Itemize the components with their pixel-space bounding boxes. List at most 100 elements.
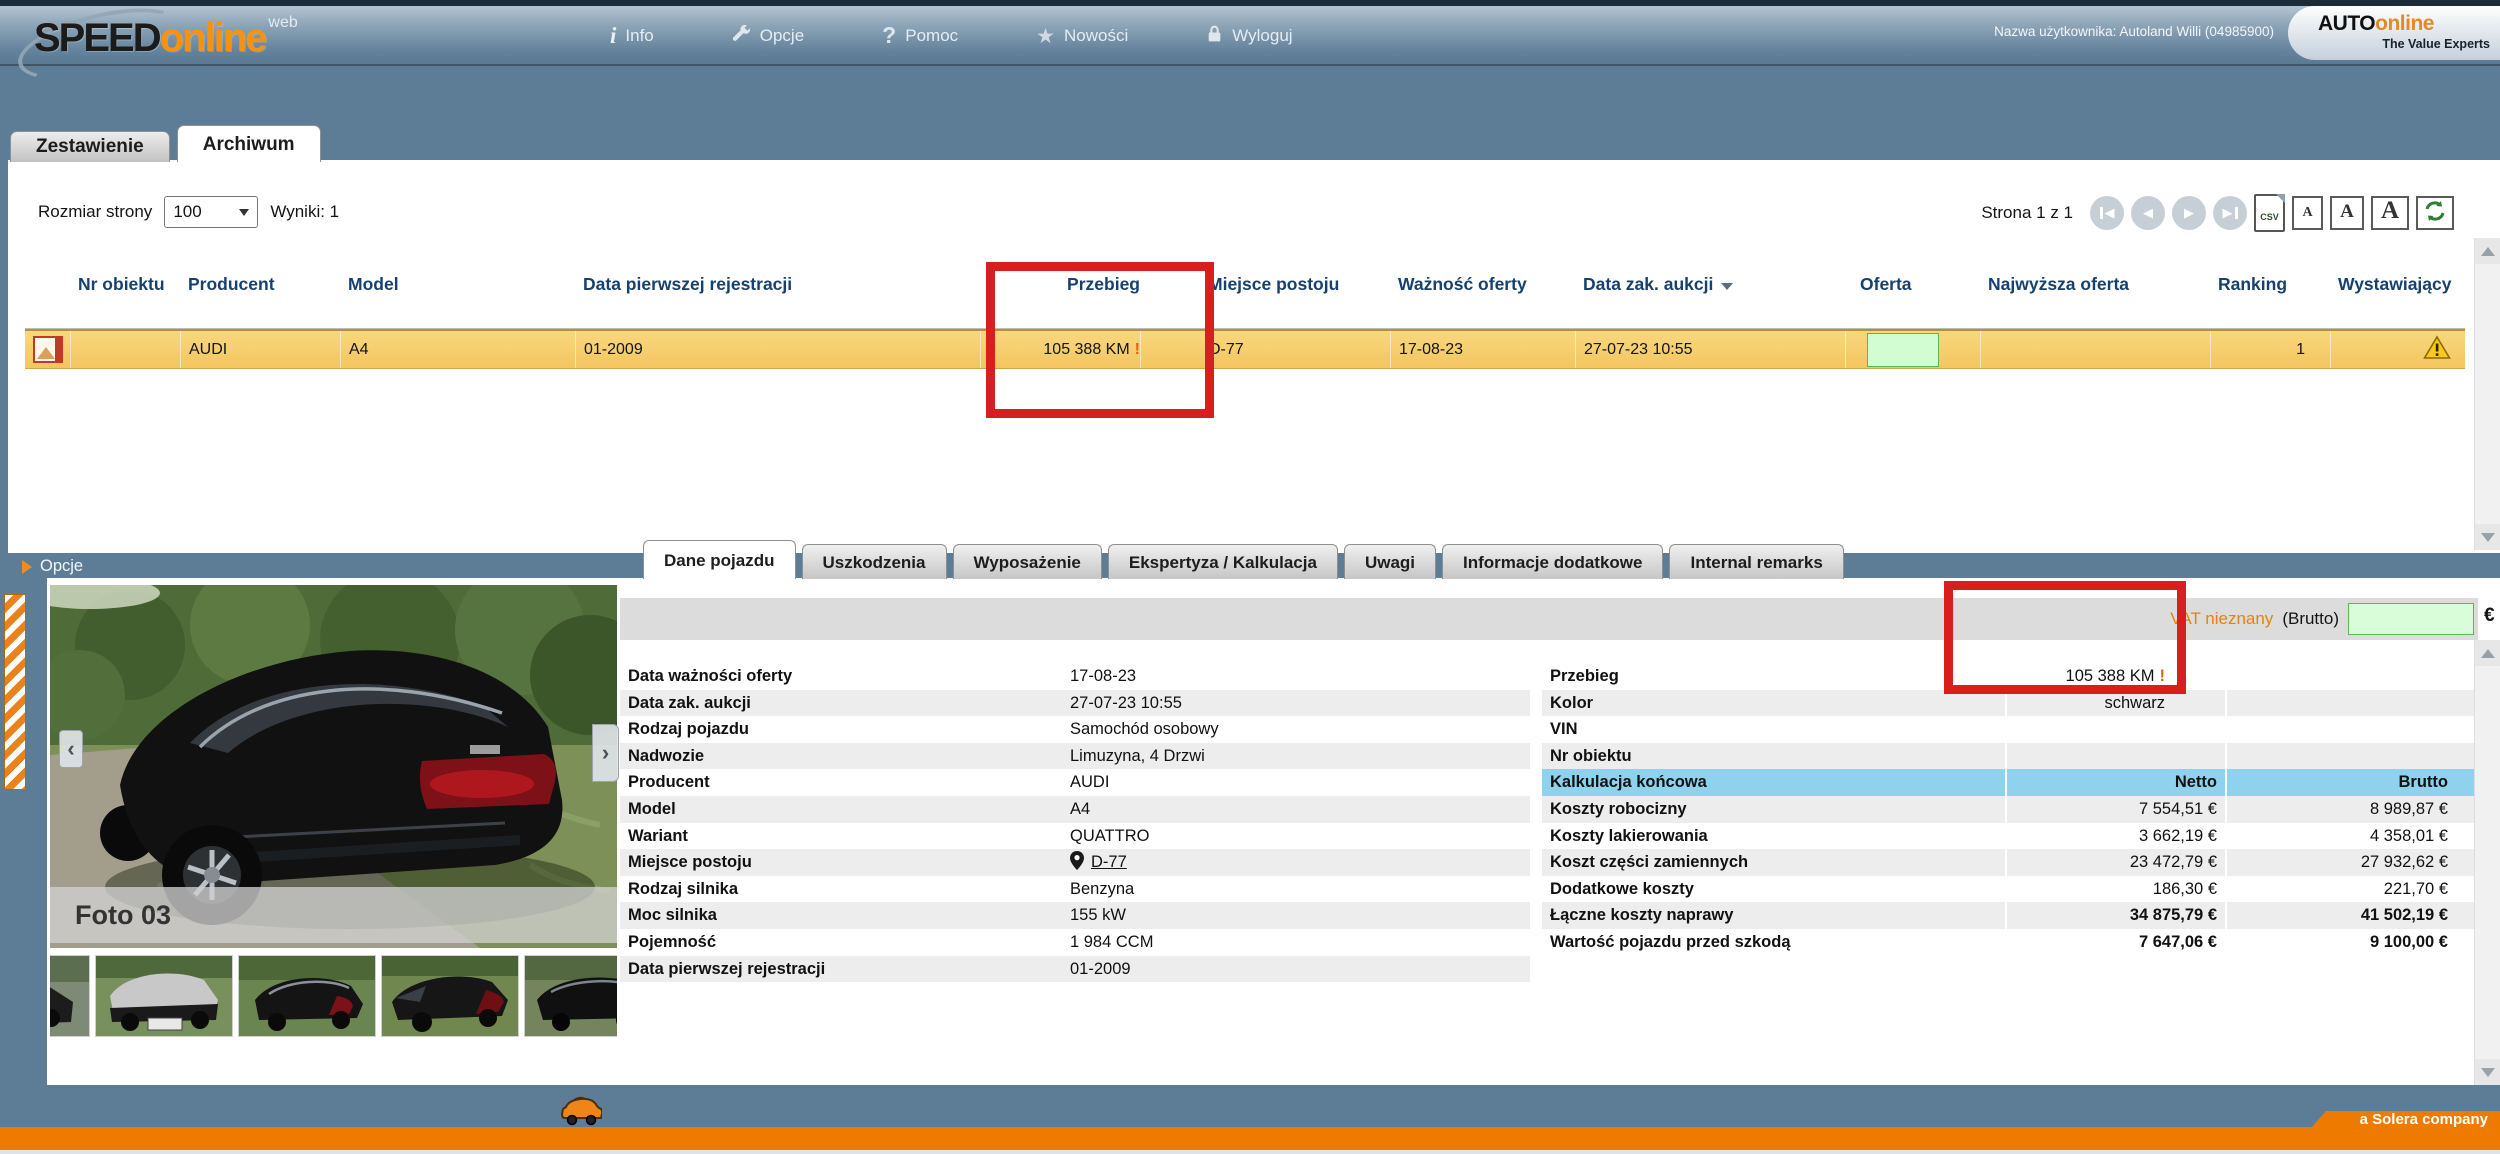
column-ranking[interactable]: Ranking bbox=[2210, 274, 2330, 295]
last-page-button[interactable]: ▶ bbox=[2213, 196, 2247, 230]
column-przebieg[interactable]: Przebieg bbox=[980, 274, 1140, 295]
column-miejsce-postoju[interactable]: Miejsce postoju bbox=[1140, 274, 1390, 295]
scroll-up-button[interactable] bbox=[2475, 640, 2500, 666]
tab-wyposazenie[interactable]: Wyposażenie bbox=[953, 544, 1102, 579]
detail-row: WariantQUATTRO bbox=[620, 823, 1530, 850]
scroll-down-button[interactable] bbox=[2475, 524, 2500, 550]
column-oferta[interactable]: Oferta bbox=[1845, 274, 1980, 295]
detail-row: Data zak. aukcji27-07-23 10:55 bbox=[620, 690, 1530, 717]
nav-pomoc-label: Pomoc bbox=[905, 26, 958, 46]
lock-icon bbox=[1206, 24, 1223, 48]
parking-location-link[interactable]: D-77 bbox=[1091, 853, 1127, 871]
logo-online-text: online bbox=[160, 16, 266, 61]
main-tab-strip: Zestawienie Archiwum bbox=[10, 125, 321, 162]
detail-row-miejsce-postoju: Miejsce postoju D-77 bbox=[620, 849, 1530, 876]
vat-brutto-label: (Brutto) bbox=[2282, 609, 2339, 629]
nav-nowosci[interactable]: ★ Nowości bbox=[1036, 24, 1128, 48]
column-model[interactable]: Model bbox=[340, 274, 575, 295]
column-waznosc-oferty[interactable]: Ważność oferty bbox=[1390, 274, 1575, 295]
page-size-label: Rozmiar strony bbox=[38, 202, 152, 222]
tab-dane-pojazdu[interactable]: Dane pojazdu bbox=[643, 540, 796, 579]
photo-thumbnail[interactable] bbox=[95, 955, 233, 1037]
csv-export-button[interactable]: CSV bbox=[2254, 194, 2285, 232]
detail-row: NadwozieLimuzyna, 4 Drzwi bbox=[620, 743, 1530, 770]
brutto-header: Brutto bbox=[2225, 769, 2478, 796]
photo-thumbnail[interactable] bbox=[50, 955, 90, 1037]
row-photo-cell[interactable] bbox=[25, 331, 70, 368]
photo-thumbnail[interactable] bbox=[238, 955, 376, 1037]
nav-nowosci-label: Nowości bbox=[1064, 26, 1128, 46]
column-najwyzsza-oferta[interactable]: Najwyższa oferta bbox=[1980, 274, 2210, 295]
nav-info[interactable]: i Info bbox=[610, 23, 654, 49]
top-navigation: i Info Opcje ? Pomoc ★ Nowości bbox=[610, 22, 1293, 49]
warning-icon[interactable] bbox=[2423, 335, 2451, 365]
column-data-pierwszej-rejestracji[interactable]: Data pierwszej rejestracji bbox=[575, 274, 980, 295]
column-producent[interactable]: Producent bbox=[180, 274, 340, 295]
tab-uszkodzenia[interactable]: Uszkodzenia bbox=[802, 544, 947, 579]
results-scrollbar[interactable] bbox=[2474, 238, 2500, 550]
tab-zestawienie[interactable]: Zestawienie bbox=[10, 131, 170, 162]
cell-producent: AUDI bbox=[180, 331, 340, 368]
kalkulacja-row-total: Łączne koszty naprawy 34 875,79 € 41 502… bbox=[1542, 902, 2478, 929]
solera-credit: a Solera company bbox=[2312, 1111, 2500, 1127]
prev-page-button[interactable]: ◀ bbox=[2131, 196, 2165, 230]
tab-uwagi[interactable]: Uwagi bbox=[1344, 544, 1436, 579]
detail-scrollbar[interactable] bbox=[2474, 640, 2500, 1085]
mileage-alert: ! bbox=[2160, 667, 2166, 685]
page-fold-icon bbox=[2276, 194, 2285, 203]
detail-row-przebieg: Przebieg 105 388 KM! bbox=[1542, 663, 2478, 690]
photo-caption: Foto 03 bbox=[50, 887, 617, 943]
top-header-bar: SPEEDonlineweb i Info Opcje ? Pomoc ★ No… bbox=[0, 6, 2500, 66]
results-count: Wyniki: 1 bbox=[270, 202, 339, 222]
cell-najwyzsza-oferta bbox=[1980, 331, 2210, 368]
sort-descending-icon bbox=[1721, 283, 1733, 290]
autoonline-brand-box: AUTOonline The Value Experts bbox=[2288, 6, 2500, 60]
photo-thumbnail[interactable] bbox=[381, 955, 519, 1037]
footer-orange-bar bbox=[0, 1127, 2500, 1150]
column-nr-obiektu[interactable]: Nr obiektu bbox=[70, 274, 180, 295]
tab-archiwum[interactable]: Archiwum bbox=[177, 125, 321, 162]
tab-internal-remarks[interactable]: Internal remarks bbox=[1669, 544, 1843, 579]
photo-prev-button[interactable]: ‹ bbox=[59, 730, 83, 768]
options-toggle[interactable]: Opcje bbox=[22, 557, 83, 576]
nav-info-label: Info bbox=[625, 26, 653, 46]
cell-ranking: 1 bbox=[2210, 331, 2330, 368]
star-icon: ★ bbox=[1036, 24, 1055, 48]
detail-row: Pojemność1 984 CCM bbox=[620, 929, 1530, 956]
nav-wyloguj[interactable]: Wyloguj bbox=[1206, 24, 1292, 48]
app-logo: SPEEDonlineweb bbox=[34, 16, 298, 61]
prev-page-icon: ◀ bbox=[2143, 206, 2153, 221]
next-page-icon: ▶ bbox=[2184, 206, 2194, 221]
tab-informacje-dodatkowe[interactable]: Informacje dodatkowe bbox=[1442, 544, 1663, 579]
netto-header: Netto bbox=[2005, 769, 2225, 796]
table-row[interactable]: AUDI A4 01-2009 105 388 KM ! D-77 17-08-… bbox=[25, 329, 2465, 369]
tab-ekspertyza-kalkulacja[interactable]: Ekspertyza / Kalkulacja bbox=[1108, 544, 1338, 579]
detail-row: Data ważności oferty17-08-23 bbox=[620, 663, 1530, 690]
offer-input[interactable] bbox=[1867, 333, 1939, 367]
collapsed-sidebar-stripe[interactable] bbox=[4, 594, 26, 790]
cell-model: A4 bbox=[340, 331, 575, 368]
page-size-select[interactable]: 100 bbox=[164, 196, 258, 228]
column-wystawiajacy[interactable]: Wystawiający bbox=[2330, 274, 2465, 295]
first-page-button[interactable]: ◀ bbox=[2090, 196, 2124, 230]
logo-speed-text: SPEED bbox=[34, 16, 160, 61]
next-page-button[interactable]: ▶ bbox=[2172, 196, 2206, 230]
font-size-small-button[interactable]: A bbox=[2292, 196, 2323, 230]
cell-nr-obiektu bbox=[70, 331, 180, 368]
cell-przebieg: 105 388 KM ! bbox=[980, 331, 1140, 368]
refresh-button[interactable] bbox=[2416, 196, 2454, 230]
csv-icon: CSV bbox=[2260, 212, 2279, 222]
bid-amount-input[interactable] bbox=[2348, 603, 2474, 635]
question-icon: ? bbox=[882, 22, 896, 49]
photo-thumbnail[interactable] bbox=[524, 955, 617, 1037]
scroll-down-button[interactable] bbox=[2475, 1059, 2500, 1085]
nav-opcje[interactable]: Opcje bbox=[732, 24, 804, 48]
currency-symbol: € bbox=[2484, 605, 2495, 627]
scroll-up-button[interactable] bbox=[2475, 238, 2500, 264]
photo-next-button[interactable]: › bbox=[592, 724, 619, 782]
font-size-large-button[interactable]: A bbox=[2371, 196, 2409, 230]
font-size-medium-button[interactable]: A bbox=[2330, 196, 2364, 230]
column-data-zak-aukcji[interactable]: Data zak. aukcji bbox=[1575, 274, 1845, 295]
nav-pomoc[interactable]: ? Pomoc bbox=[882, 22, 958, 49]
info-icon: i bbox=[610, 23, 616, 49]
